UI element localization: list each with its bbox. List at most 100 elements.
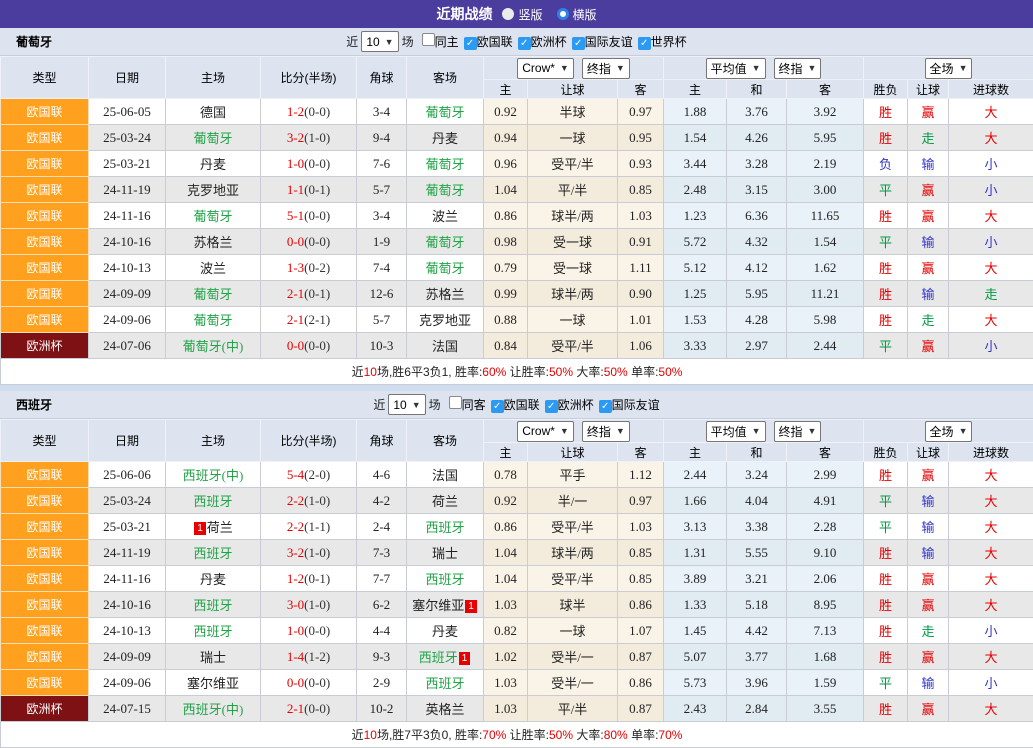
score-cell: 3-2(1-0) [261,125,357,151]
corner-cell: 4-6 [357,462,407,488]
date-cell: 25-03-24 [89,488,166,514]
home-team-cell: 葡萄牙 [166,307,261,333]
away-team-cell: 法国 [407,462,484,488]
away-odds-cell: 0.93 [618,151,664,177]
match-row: 欧国联25-06-05德国1-2(0-0)3-4葡萄牙0.92半球0.971.8… [1,99,1033,125]
league-checkbox[interactable]: ✓ [464,37,477,50]
score-cell: 1-0(0-0) [261,618,357,644]
home-odds-cell: 1.03 [484,670,528,696]
avg-home-cell: 1.54 [664,125,727,151]
avg-home-cell: 1.88 [664,99,727,125]
league-checkbox[interactable]: ✓ [638,37,651,50]
average-select[interactable]: 平均值 ▼ [706,58,766,79]
radio-unselected-icon[interactable] [557,8,569,20]
avg-away-cell: 1.62 [787,255,864,281]
avg-home-cell: 1.33 [664,592,727,618]
team-label: 西班牙 [425,676,464,691]
avg-draw-cell: 4.12 [727,255,787,281]
rounds-select[interactable]: 10 ▼ [388,394,425,415]
fulltime-select[interactable]: 全场 ▼ [925,58,973,79]
corner-cell: 2-4 [357,514,407,540]
result-cell: 胜 [864,203,908,229]
title-bar: 近期战绩 竖版 横版 [0,0,1033,28]
bookmaker-select[interactable]: Crow* ▼ [517,421,574,442]
team-label: 西班牙 [425,520,464,535]
same-venue-checkbox[interactable] [422,33,435,46]
match-row: 欧国联25-06-06西班牙(中)5-4(2-0)4-6法国0.78平手1.12… [1,462,1033,488]
same-venue-checkbox[interactable] [449,396,462,409]
avg-draw-cell: 5.18 [727,592,787,618]
result-cell: 平 [864,229,908,255]
away-team-cell: 葡萄牙 [407,99,484,125]
match-row: 欧国联24-09-09瑞士1-4(1-2)9-3西班牙11.02受半/一0.87… [1,644,1033,670]
chevron-down-icon: ▼ [959,63,968,73]
radio-vertical-layout[interactable]: 竖版 [502,6,542,23]
page-title: 近期战绩 [436,4,492,24]
score-cell: 0-0(0-0) [261,333,357,359]
chevron-down-icon: ▼ [412,400,421,410]
match-type-cell: 欧国联 [1,281,89,307]
fulltime-score: 3-0 [287,597,304,612]
fulltime-select[interactable]: 全场 ▼ [925,421,973,442]
final-odds-select[interactable]: 终指 ▼ [582,58,630,79]
summary-stat-value: 80% [604,728,628,742]
handicap-result-cell: 走 [908,125,949,151]
date-cell: 24-07-06 [89,333,166,359]
summary-stat-label: 单率: [628,365,659,379]
halftime-score: (0-2) [304,260,330,275]
home-odds-cell: 0.98 [484,229,528,255]
home-team-cell: 1荷兰 [166,514,261,540]
final-avg-select[interactable]: 终指 ▼ [774,58,822,79]
avg-home-cell: 1.25 [664,281,727,307]
handicap-cell: 半球 [528,99,618,125]
avg-home-cell: 1.23 [664,203,727,229]
league-checkbox[interactable]: ✓ [599,400,612,413]
date-cell: 25-03-24 [89,125,166,151]
chevron-down-icon: ▼ [560,63,569,73]
average-select[interactable]: 平均值 ▼ [706,421,766,442]
avg-away-cell: 1.54 [787,229,864,255]
date-cell: 24-11-16 [89,203,166,229]
sub-avg-away: 客 [787,443,864,462]
team-label: 葡萄牙 [193,313,232,328]
fulltime-score: 2-1 [287,701,304,716]
fulltime-value: 全场 [930,60,954,77]
away-odds-cell: 0.85 [618,540,664,566]
team-label: 西班牙 [193,624,232,639]
rounds-select[interactable]: 10 ▼ [361,31,398,52]
halftime-score: (0-0) [304,156,330,171]
handicap-cell: 受平/半 [528,333,618,359]
avg-home-cell: 5.12 [664,255,727,281]
radio-selected-icon[interactable] [502,8,514,20]
fulltime-score: 5-1 [287,208,304,223]
radio-horizontal-layout[interactable]: 横版 [557,6,597,23]
team-label: 苏格兰 [425,287,464,302]
final-avg-value: 终指 [779,423,803,440]
result-cell: 平 [864,177,908,203]
league-checkbox[interactable]: ✓ [491,400,504,413]
league-checkbox[interactable]: ✓ [518,37,531,50]
home-odds-cell: 1.04 [484,540,528,566]
match-row: 欧国联24-10-13西班牙1-0(0-0)4-4丹麦0.82一球1.071.4… [1,618,1033,644]
league-checkbox[interactable]: ✓ [572,37,585,50]
filter-bar: 西班牙 近 10 ▼ 场 同客✓欧国联✓欧洲杯✓国际友谊 [0,391,1033,419]
away-odds-cell: 0.90 [618,281,664,307]
result-cell: 平 [864,514,908,540]
goals-result-cell: 大 [949,462,1033,488]
bookmaker-select[interactable]: Crow* ▼ [517,58,574,79]
team-label: 丹麦 [432,624,458,639]
chevron-down-icon: ▼ [959,426,968,436]
result-cell: 胜 [864,281,908,307]
match-type-cell: 欧国联 [1,177,89,203]
avg-home-cell: 3.33 [664,333,727,359]
col-home: 主场 [166,57,261,99]
chevron-down-icon: ▼ [616,426,625,436]
score-cell: 0-0(0-0) [261,670,357,696]
home-odds-cell: 0.86 [484,514,528,540]
final-avg-select[interactable]: 终指 ▼ [774,421,822,442]
final-odds-select[interactable]: 终指 ▼ [582,421,630,442]
match-row: 欧国联25-03-24西班牙2-2(1-0)4-2荷兰0.92半/一0.971.… [1,488,1033,514]
team-label: 丹麦 [432,131,458,146]
fulltime-score: 0-0 [287,338,304,353]
league-checkbox[interactable]: ✓ [545,400,558,413]
